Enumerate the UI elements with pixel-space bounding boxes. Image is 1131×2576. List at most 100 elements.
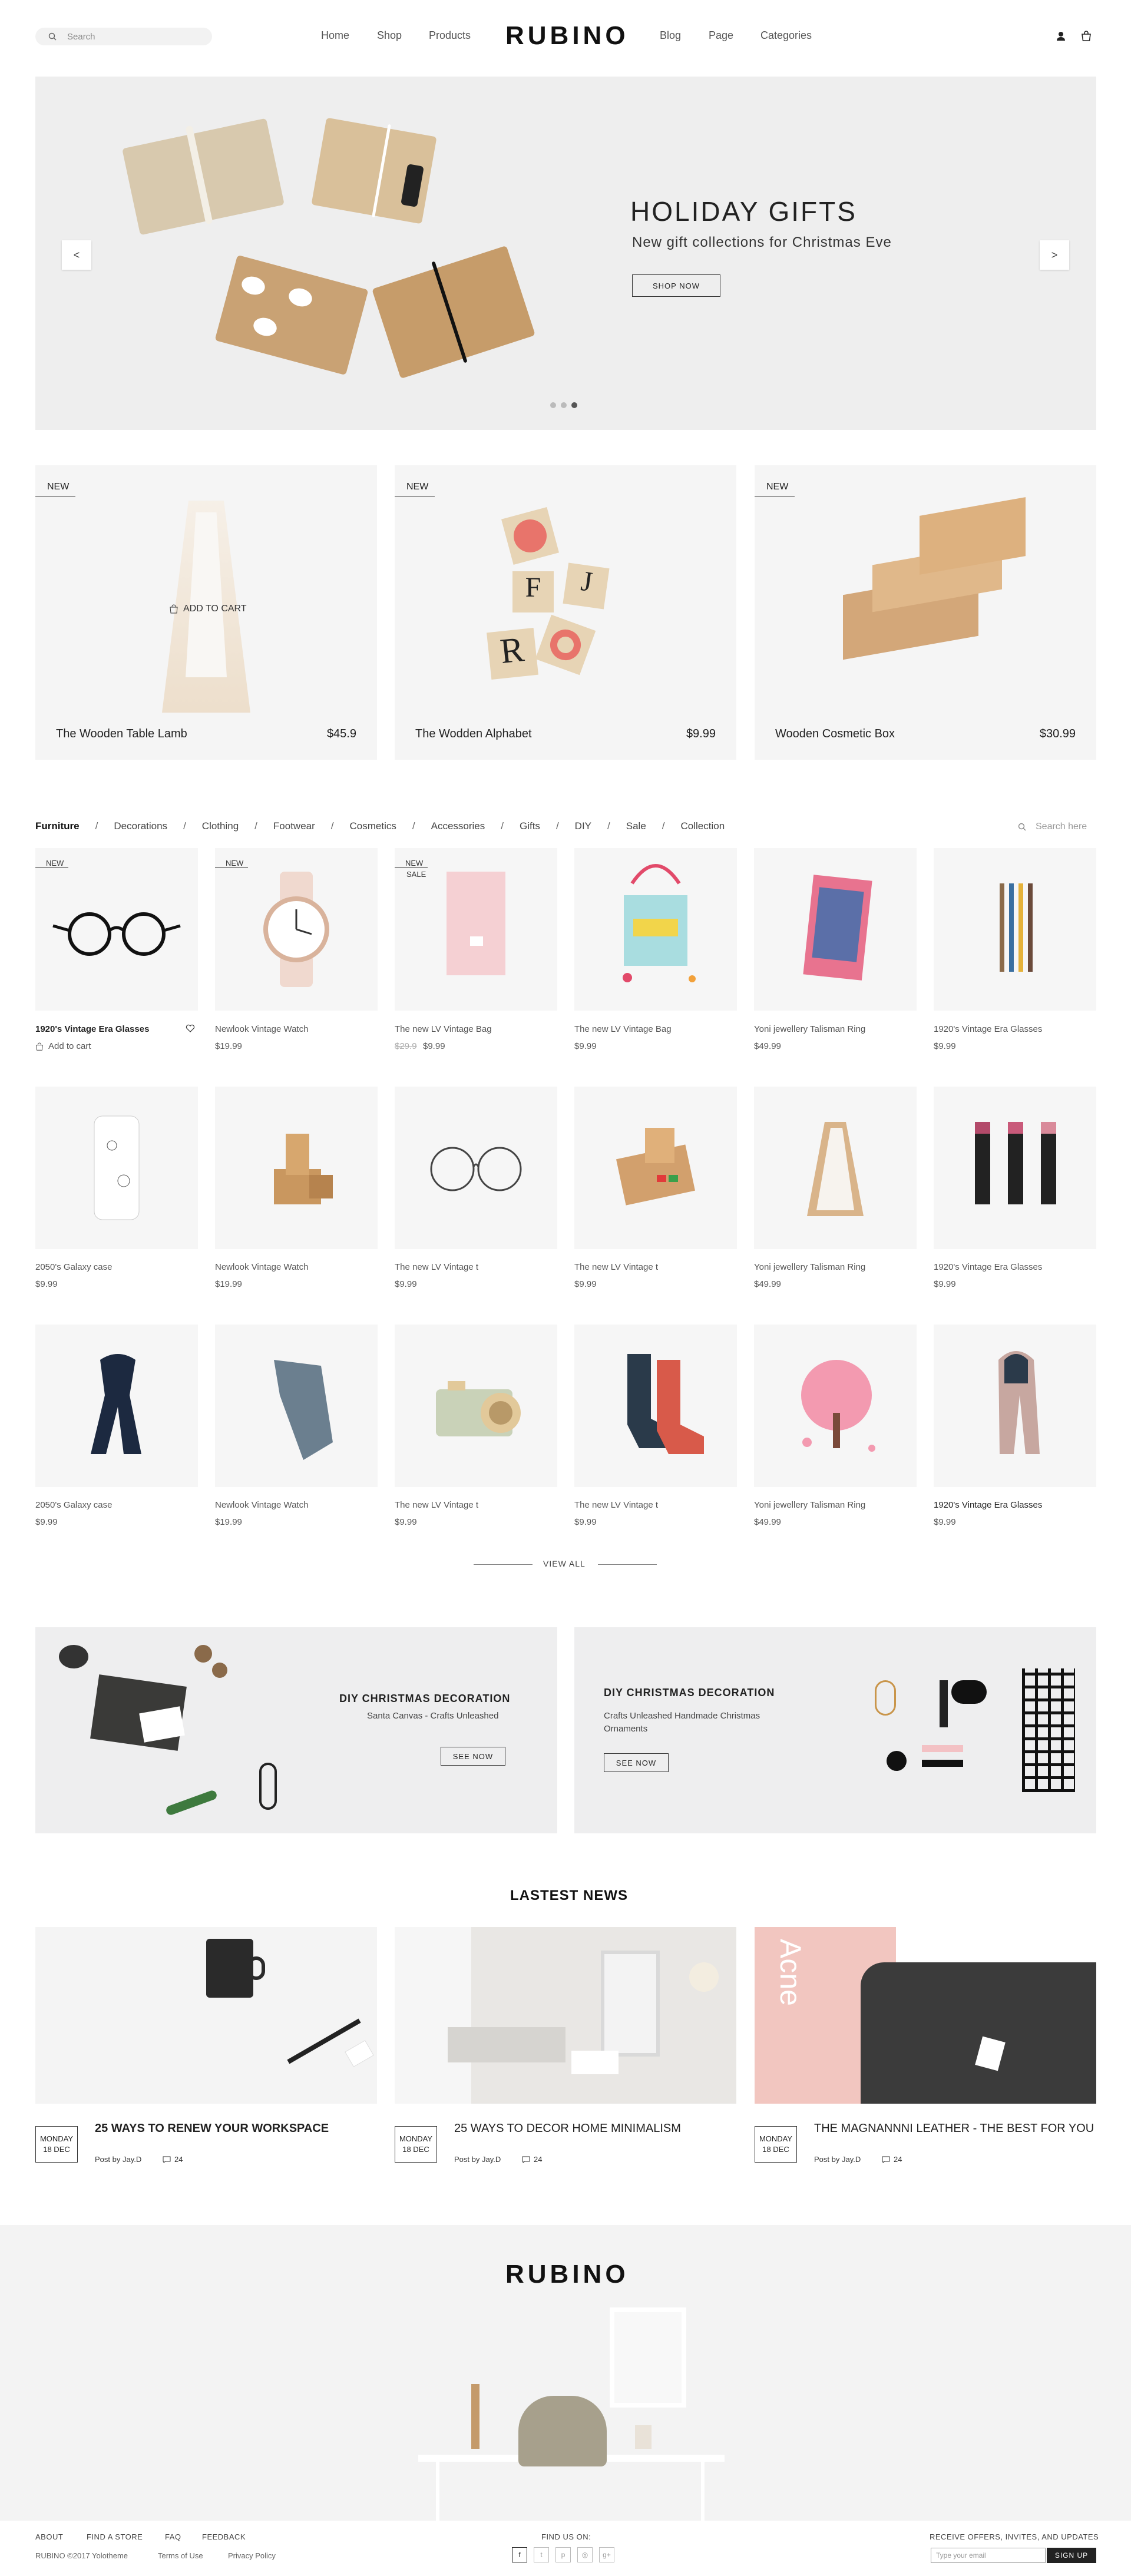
terms-link[interactable]: Terms of Use (158, 2551, 203, 2560)
product-image-scarf[interactable] (35, 1325, 198, 1487)
nav-products[interactable]: Products (429, 29, 471, 42)
product-image-phone-case[interactable] (35, 1087, 198, 1249)
product-image-round-glasses[interactable] (395, 1087, 557, 1249)
site-logo[interactable]: RUBINO (505, 21, 629, 51)
category-footwear[interactable]: Footwear (273, 820, 315, 832)
promo-banner-left[interactable]: DIY CHRISTMAS DECORATION Santa Canvas - … (35, 1627, 557, 1833)
news-title[interactable]: 25 WAYS TO RENEW YOUR WORKSPACE (95, 2122, 329, 2135)
signup-button[interactable]: SIGN UP (1047, 2548, 1096, 2563)
add-to-cart-overlay[interactable]: ADD TO CART (169, 604, 247, 614)
footer-link-about[interactable]: ABOUT (35, 2532, 63, 2541)
featured-card-lamp[interactable]: NEW ADD TO CART The Wooden Table Lamb $4… (35, 465, 377, 760)
category-collection[interactable]: Collection (681, 820, 725, 832)
product-name[interactable]: The new LV Vintage t (395, 1262, 478, 1272)
product-name[interactable]: Yoni jewellery Talisman Ring (754, 1262, 865, 1272)
slider-dot-1[interactable] (550, 402, 556, 408)
product-name[interactable]: 1920's Vintage Era Glasses (934, 1024, 1042, 1034)
footer-logo[interactable]: RUBINO (505, 2260, 629, 2289)
product-image-toothbrushes[interactable] (934, 848, 1096, 1011)
add-to-cart-link[interactable]: Add to cart (35, 1041, 91, 1051)
news-comments[interactable]: 24 (522, 2155, 542, 2164)
product-name[interactable]: The Wooden Table Lamb (56, 727, 187, 741)
product-name[interactable]: Yoni jewellery Talisman Ring (754, 1500, 865, 1510)
category-cosmetics[interactable]: Cosmetics (350, 820, 396, 832)
news-author[interactable]: Post by Jay.D (814, 2155, 861, 2164)
category-accessories[interactable]: Accessories (431, 820, 485, 832)
product-name[interactable]: Yoni jewellery Talisman Ring (754, 1024, 865, 1034)
nav-page[interactable]: Page (709, 29, 733, 42)
product-image-wood-toy[interactable] (215, 1087, 378, 1249)
product-image-wood-tray[interactable] (574, 1087, 737, 1249)
product-name[interactable]: 2050's Galaxy case (35, 1262, 112, 1272)
product-search-input[interactable]: Search here (1036, 822, 1087, 832)
product-name[interactable]: The new LV Vintage t (395, 1500, 478, 1510)
privacy-link[interactable]: Privacy Policy (228, 2551, 276, 2560)
nav-shop[interactable]: Shop (377, 29, 402, 42)
nav-categories[interactable]: Categories (760, 29, 812, 42)
product-name[interactable]: 1920's Vintage Era Glasses (934, 1500, 1042, 1510)
product-name[interactable]: Wooden Cosmetic Box (775, 727, 895, 741)
user-icon[interactable] (1054, 29, 1067, 42)
shop-now-button[interactable]: SHOP NOW (632, 274, 720, 297)
nav-home[interactable]: Home (321, 29, 349, 42)
footer-link-faq[interactable]: FAQ (165, 2532, 181, 2541)
news-title[interactable]: THE MAGNANNNI LEATHER - THE BEST FOR YOU (814, 2122, 1094, 2135)
product-image-lipsticks[interactable] (934, 1087, 1096, 1249)
product-image-tote-bag[interactable] (574, 848, 737, 1011)
product-name[interactable]: 1920's Vintage Era Glasses (934, 1262, 1042, 1272)
search-bar[interactable]: Search (35, 28, 212, 45)
category-decorations[interactable]: Decorations (114, 820, 167, 832)
product-image-book[interactable] (754, 848, 917, 1011)
hero-next-button[interactable]: > (1040, 240, 1069, 270)
product-image-lamp[interactable] (754, 1087, 917, 1249)
featured-card-alphabet[interactable]: NEW F J R The Wodden Alphabet $9.99 (395, 465, 736, 760)
slider-dot-3[interactable] (571, 402, 577, 408)
newsletter-email-input[interactable]: Type your email (931, 2548, 1046, 2563)
news-title[interactable]: 25 WAYS TO DECOR HOME MINIMALISM (454, 2122, 681, 2135)
cart-icon[interactable] (1080, 29, 1093, 42)
product-name[interactable]: The new LV Vintage t (574, 1500, 658, 1510)
instagram-icon[interactable]: ◎ (577, 2547, 593, 2562)
news-image-workspace[interactable] (35, 1927, 377, 2104)
product-name[interactable]: The new LV Vintage Bag (395, 1024, 492, 1034)
featured-card-cosmetic-box[interactable]: NEW Wooden Cosmetic Box $30.99 (755, 465, 1096, 760)
view-all-link[interactable]: VIEW ALL (543, 1559, 586, 1568)
facebook-icon[interactable]: f (512, 2547, 527, 2562)
product-search[interactable]: Search here (1018, 822, 1087, 832)
category-furniture[interactable]: Furniture (35, 820, 80, 832)
product-name[interactable]: 1920's Vintage Era Glasses (35, 1024, 149, 1034)
search-input[interactable]: Search (67, 32, 95, 42)
category-gifts[interactable]: Gifts (520, 820, 540, 832)
product-name[interactable]: The Wodden Alphabet (415, 727, 532, 741)
footer-link-find-store[interactable]: FIND A STORE (87, 2532, 143, 2541)
see-now-button[interactable]: SEE NOW (441, 1747, 505, 1766)
heart-icon[interactable] (186, 1024, 195, 1036)
pinterest-icon[interactable]: p (555, 2547, 571, 2562)
product-name[interactable]: Newlook Vintage Watch (215, 1262, 308, 1272)
product-name[interactable]: Newlook Vintage Watch (215, 1024, 308, 1034)
product-image-glasses[interactable] (35, 848, 198, 1011)
category-diy[interactable]: DIY (575, 820, 591, 832)
news-image-living-room[interactable] (395, 1927, 736, 2104)
product-image-tie[interactable] (215, 1325, 378, 1487)
news-comments[interactable]: 24 (882, 2155, 902, 2164)
news-comments[interactable]: 24 (163, 2155, 183, 2164)
hero-prev-button[interactable]: < (62, 240, 91, 270)
twitter-icon[interactable]: t (534, 2547, 549, 2562)
news-author[interactable]: Post by Jay.D (95, 2155, 141, 2164)
slider-dot-2[interactable] (561, 402, 567, 408)
product-image-plaid-scarf[interactable] (934, 1325, 1096, 1487)
product-image-pink-tree[interactable] (754, 1325, 917, 1487)
product-name[interactable]: The new LV Vintage t (574, 1262, 658, 1272)
product-image-toy-camera[interactable] (395, 1325, 557, 1487)
product-name[interactable]: Newlook Vintage Watch (215, 1500, 308, 1510)
product-image-socks[interactable] (574, 1325, 737, 1487)
news-author[interactable]: Post by Jay.D (454, 2155, 501, 2164)
nav-blog[interactable]: Blog (660, 29, 681, 42)
google-plus-icon[interactable]: g+ (599, 2547, 614, 2562)
footer-link-feedback[interactable]: FEEDBACK (202, 2532, 246, 2541)
category-sale[interactable]: Sale (626, 820, 646, 832)
news-image-leather[interactable]: Acne (755, 1927, 1096, 2104)
product-name[interactable]: The new LV Vintage Bag (574, 1024, 672, 1034)
see-now-button[interactable]: SEE NOW (604, 1753, 669, 1772)
